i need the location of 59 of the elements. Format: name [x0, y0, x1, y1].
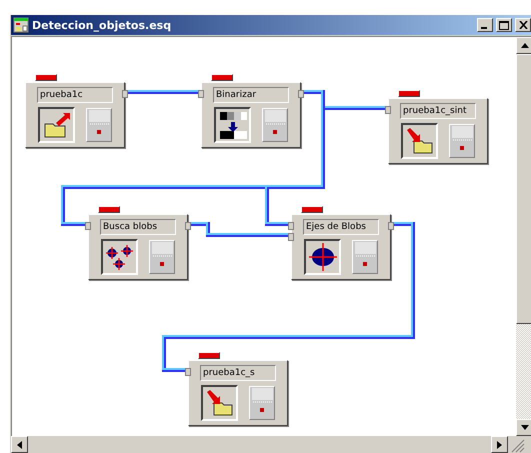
- input-port[interactable]: [385, 106, 391, 114]
- folder-arrow-icon: [42, 111, 72, 139]
- module-icon-button[interactable]: [201, 385, 238, 421]
- module-icon-button[interactable]: [214, 107, 251, 143]
- right-arrow-icon: [497, 440, 502, 448]
- switch-icon[interactable]: [86, 108, 112, 142]
- module-label: Busca blobs: [100, 219, 176, 235]
- status-indicator: [198, 352, 220, 359]
- minimize-button[interactable]: [477, 18, 493, 32]
- module-block[interactable]: prueba1c_s: [188, 360, 288, 426]
- blobs-icon: [104, 242, 134, 272]
- module-label: prueba1c: [37, 87, 113, 103]
- status-indicator: [35, 74, 57, 81]
- module-block[interactable]: Busca blobs: [88, 214, 188, 280]
- close-button[interactable]: [515, 18, 531, 32]
- left-arrow-icon: [17, 440, 22, 448]
- module-label: prueba1c_sint: [400, 103, 476, 119]
- module-label: Binarizar: [213, 87, 289, 103]
- module-block[interactable]: prueba1c_sint: [388, 98, 488, 164]
- output-port[interactable]: [185, 222, 191, 230]
- folder-arrow-icon: [204, 389, 234, 417]
- scroll-right-button[interactable]: [491, 436, 508, 453]
- module-block[interactable]: Ejes de Blobs: [291, 214, 391, 280]
- module-icon-button[interactable]: [401, 123, 438, 159]
- input-port[interactable]: [198, 90, 204, 98]
- module-icon-button[interactable]: [101, 239, 138, 275]
- folder-arrow-icon: [404, 127, 434, 155]
- up-arrow-icon: [520, 43, 528, 48]
- window-title: Deteccion_objetos.esq: [32, 18, 172, 32]
- module-icon-button[interactable]: [304, 239, 341, 275]
- maximize-button[interactable]: [496, 18, 512, 32]
- output-port[interactable]: [388, 222, 394, 230]
- status-indicator: [98, 206, 120, 213]
- output-port[interactable]: [122, 90, 128, 98]
- status-indicator: [398, 90, 420, 97]
- module-block[interactable]: prueba1c: [25, 82, 125, 148]
- status-indicator: [211, 74, 233, 81]
- input-port[interactable]: [85, 222, 91, 230]
- module-label: Ejes de Blobs: [303, 219, 379, 235]
- switch-icon[interactable]: [249, 386, 275, 420]
- down-arrow-icon: [520, 425, 528, 430]
- app-icon: [13, 17, 29, 33]
- scroll-left-button[interactable]: [11, 436, 28, 453]
- module-icon-button[interactable]: [38, 107, 75, 143]
- binarize-icon: [218, 110, 248, 140]
- scroll-down-button[interactable]: [516, 419, 531, 436]
- module-label: prueba1c_s: [200, 365, 276, 381]
- switch-icon[interactable]: [352, 240, 378, 274]
- switch-icon[interactable]: [149, 240, 175, 274]
- module-block[interactable]: Binarizar: [201, 82, 301, 148]
- close-icon: [518, 21, 528, 29]
- scroll-up-button[interactable]: [516, 37, 531, 54]
- status-indicator: [301, 206, 323, 213]
- maximize-icon: [499, 20, 509, 30]
- switch-icon[interactable]: [262, 108, 288, 142]
- output-port[interactable]: [298, 90, 304, 98]
- blob-axes-icon: [308, 242, 338, 272]
- input-port[interactable]: [185, 368, 191, 376]
- switch-icon[interactable]: [449, 124, 475, 158]
